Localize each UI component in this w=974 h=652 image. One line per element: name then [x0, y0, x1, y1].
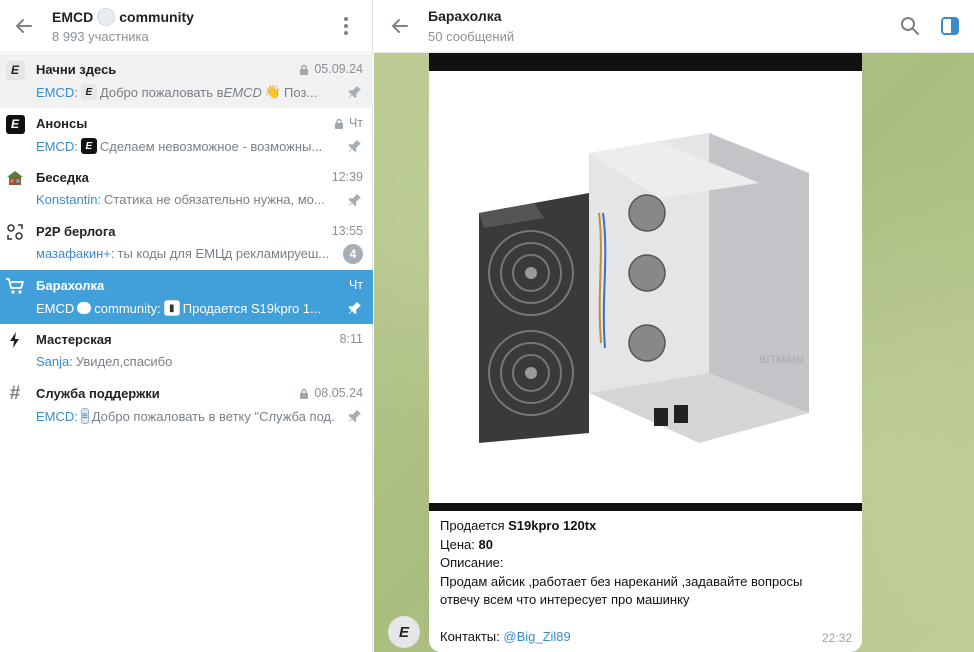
more-menu-button[interactable]	[334, 14, 358, 38]
search-button[interactable]	[898, 14, 922, 38]
contact-username-link[interactable]: @Big_Zil89	[503, 629, 570, 644]
message-bubble[interactable]: BITMAIN Продается S19kpro 120tx Цена: 80…	[429, 53, 862, 652]
lock-icon	[334, 118, 343, 129]
topic-item-flea-market[interactable]: Барахолка Чт EMCD community: ▮ Продается…	[0, 270, 373, 324]
side-panel-button[interactable]	[938, 14, 962, 38]
chat-header: Барахолка 50 сообщений	[374, 0, 974, 53]
chat-title[interactable]: Барахолка	[428, 8, 502, 24]
asic-miner-photo[interactable]: BITMAIN	[429, 53, 862, 511]
lock-icon	[300, 388, 309, 399]
unread-count-badge: 4	[343, 244, 363, 264]
topic-item-start-here[interactable]: E Начни здесь 05.09.24 EMCD: E Добро пож…	[0, 54, 373, 108]
community-emoji-icon	[97, 8, 116, 26]
topic-item-workshop[interactable]: Мастерская 8:11 Sanja: Увидел,спасибо	[0, 324, 373, 378]
message-text: Продается S19kpro 120tx Цена: 80 Описани…	[440, 518, 803, 644]
side-panel-icon	[941, 17, 959, 35]
topic-item-gazebo[interactable]: Беседка 12:39 Konstantin: Статика не обя…	[0, 162, 373, 216]
group-title[interactable]: EMCD community	[52, 8, 194, 26]
lock-icon	[300, 64, 309, 75]
emcd-logo-icon: E	[5, 114, 25, 134]
arrow-left-icon	[392, 19, 408, 33]
emcd-logo-icon: E	[5, 60, 25, 80]
pin-icon	[348, 194, 361, 206]
arrow-left-icon	[16, 19, 32, 33]
emcd-logo-icon: E	[80, 138, 97, 154]
pin-icon	[348, 410, 361, 422]
notepad-emoji-icon: ≡	[80, 408, 89, 424]
asic-miner-image: BITMAIN	[479, 133, 809, 443]
message-time: 22:32	[821, 631, 852, 645]
topics-panel: EMCD community 8 993 участника E Начни з…	[0, 0, 373, 652]
gazebo-icon	[5, 168, 25, 188]
shopping-cart-icon	[5, 276, 25, 296]
cloud-emoji-icon	[77, 302, 92, 314]
group-header: EMCD community 8 993 участника	[0, 0, 372, 53]
emcd-logo-icon: E	[80, 84, 97, 100]
pin-icon	[348, 86, 361, 98]
hashtag-icon: #	[9, 383, 21, 404]
back-button[interactable]	[12, 14, 36, 38]
pin-icon	[348, 302, 361, 314]
topic-item-announcements[interactable]: E Анонсы Чт EMCD: E Сделаем невозможное …	[0, 108, 373, 162]
photo-thumbnail-icon: ▮	[163, 300, 180, 316]
topic-item-support[interactable]: # Служба поддержки 08.05.24 EMCD: ≡ Добр…	[0, 378, 373, 432]
chat-panel: Барахолка 50 сообщений BITMAIN Продается…	[374, 0, 974, 652]
exchange-arrows-icon	[5, 222, 25, 242]
member-count: 8 993 участника	[52, 29, 149, 44]
back-button[interactable]	[388, 14, 412, 38]
lightning-icon	[5, 330, 25, 350]
emcd-logo-icon: E	[398, 623, 409, 641]
waving-hand-icon: 👋	[264, 84, 282, 99]
brand-label: BITMAIN	[759, 354, 804, 366]
sender-avatar[interactable]: E	[388, 616, 420, 648]
pin-icon	[348, 140, 361, 152]
message-count: 50 сообщений	[428, 29, 515, 44]
topic-item-p2p-den[interactable]: P2P берлога 13:55 мазафакин+: ты коды дл…	[0, 216, 373, 270]
search-icon	[901, 17, 919, 35]
